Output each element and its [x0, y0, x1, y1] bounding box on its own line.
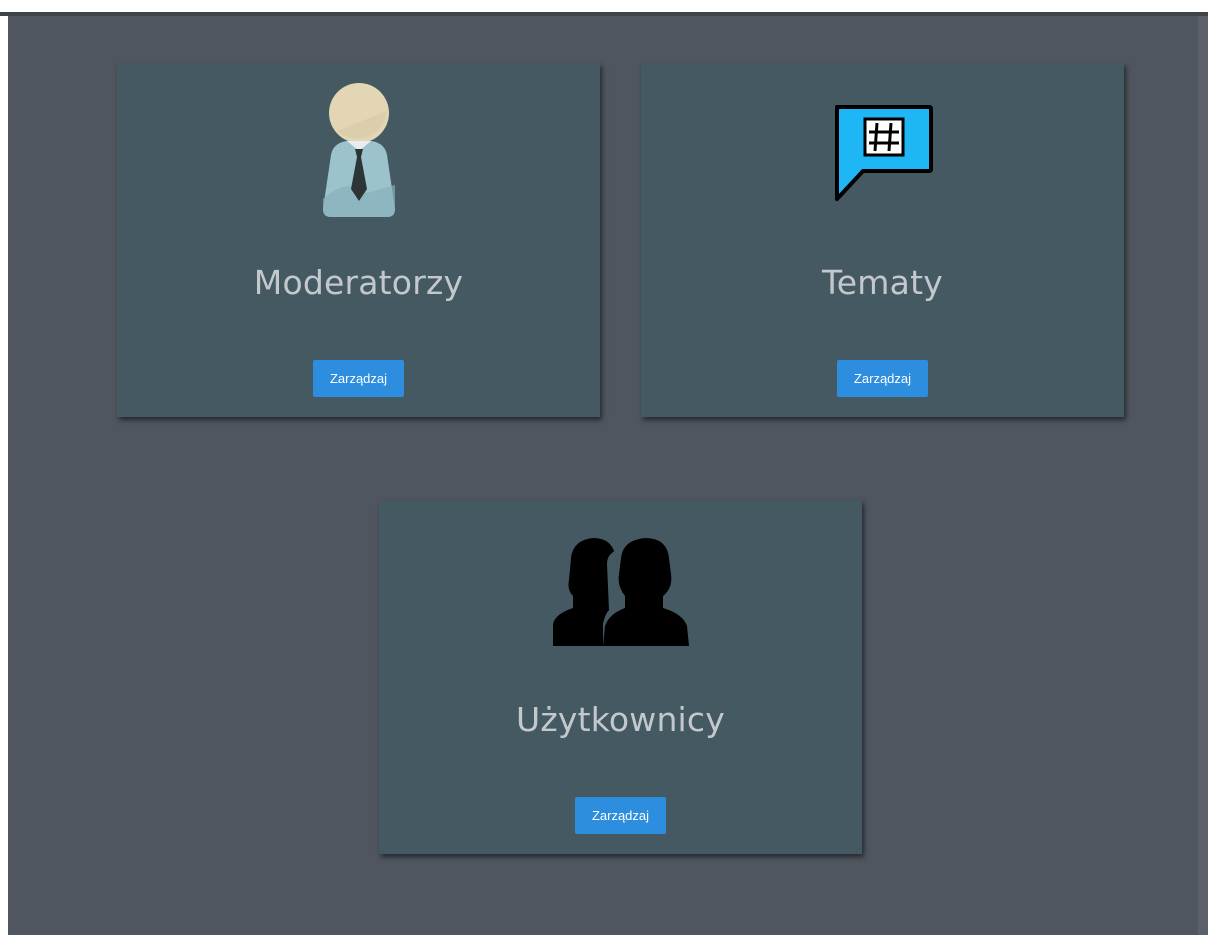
card-moderators: Moderatorzy Zarządzaj — [117, 63, 600, 417]
manage-moderators-button[interactable]: Zarządzaj — [313, 360, 404, 397]
moderator-icon — [323, 83, 395, 217]
manage-topics-button[interactable]: Zarządzaj — [837, 360, 928, 397]
card-topics-icon-area — [641, 63, 1124, 233]
users-icon — [553, 538, 689, 646]
manage-users-button[interactable]: Zarządzaj — [575, 797, 666, 834]
card-topics: Tematy Zarządzaj — [641, 63, 1124, 417]
card-moderators-title: Moderatorzy — [253, 263, 464, 302]
scrollbar-track — [1198, 16, 1208, 935]
card-topics-title: Tematy — [822, 263, 943, 302]
hashtag-chat-icon — [835, 105, 933, 201]
card-users: Użytkownicy Zarządzaj — [379, 500, 862, 854]
card-moderators-icon-area — [117, 63, 600, 233]
top-strip — [0, 0, 1208, 12]
card-users-title: Użytkownicy — [515, 700, 725, 739]
card-users-icon-area — [379, 500, 862, 670]
